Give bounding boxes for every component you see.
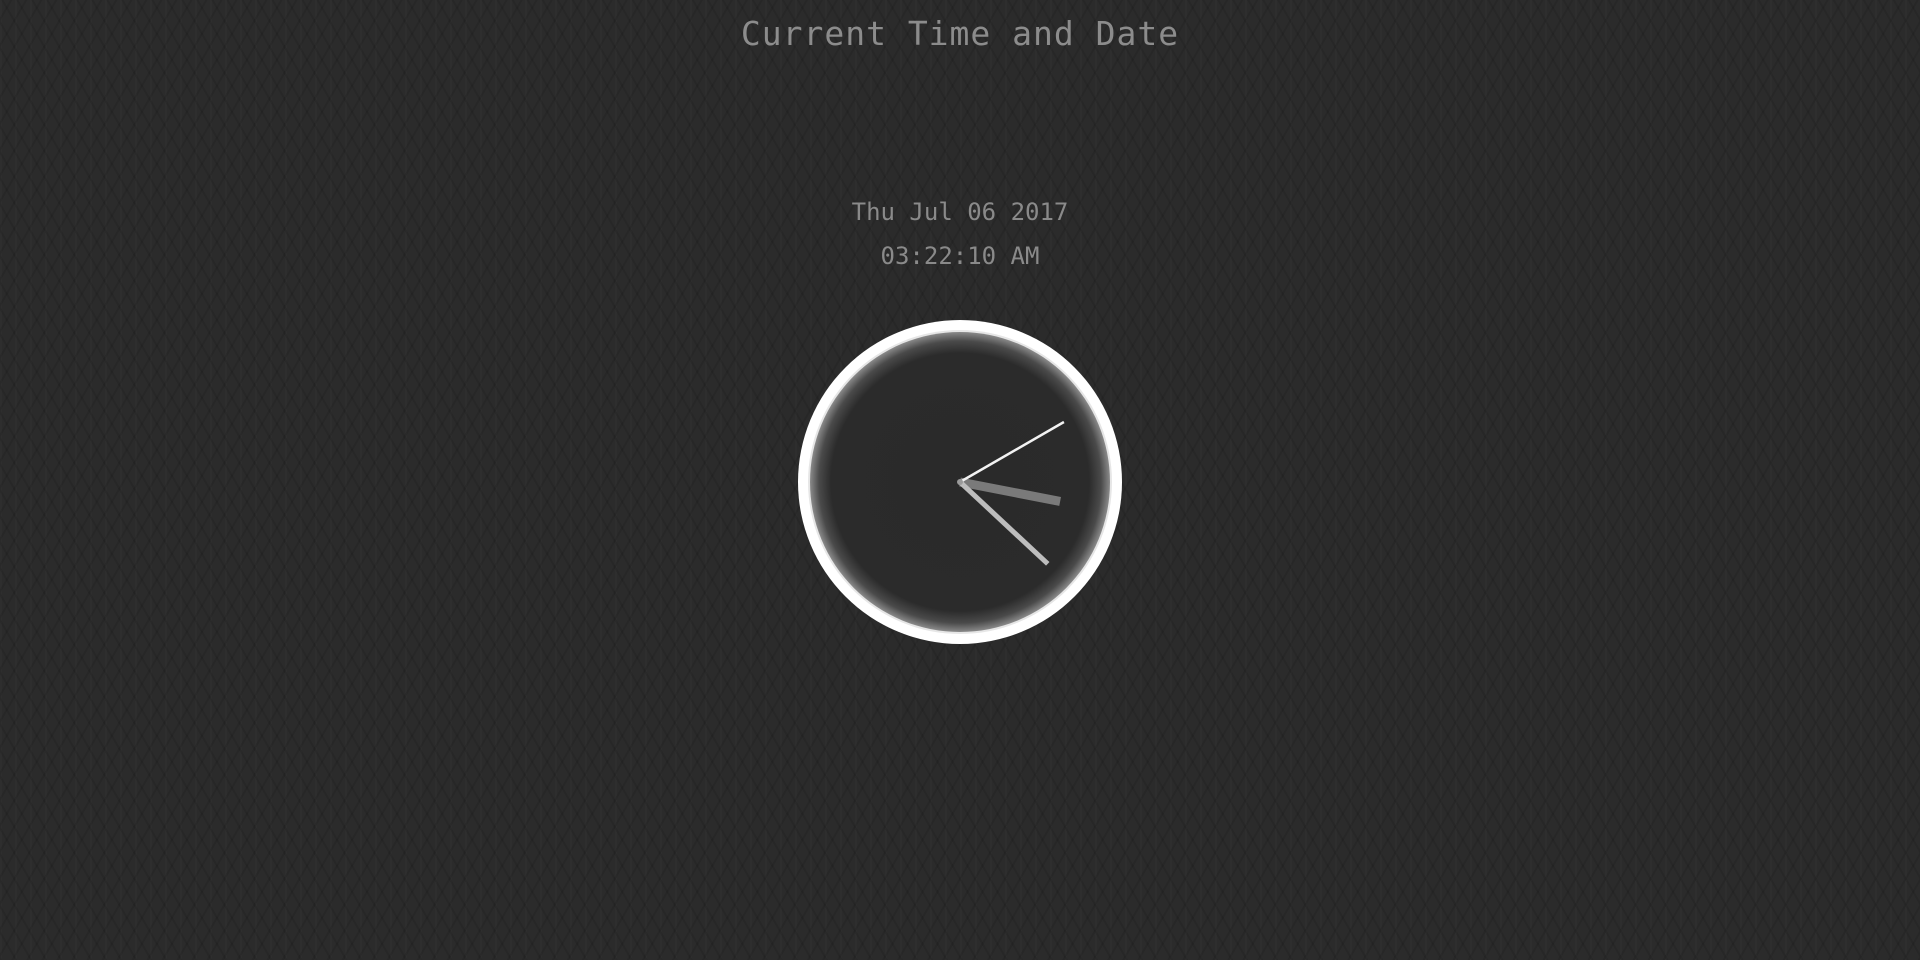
page-title: Current Time and Date xyxy=(740,14,1180,53)
time-display: 03:22:10 AM xyxy=(880,242,1040,270)
clock-center-pin xyxy=(957,479,963,485)
clock-svg xyxy=(798,320,1122,644)
date-display: Thu Jul 06 2017 xyxy=(851,198,1069,226)
analog-clock xyxy=(798,320,1122,644)
